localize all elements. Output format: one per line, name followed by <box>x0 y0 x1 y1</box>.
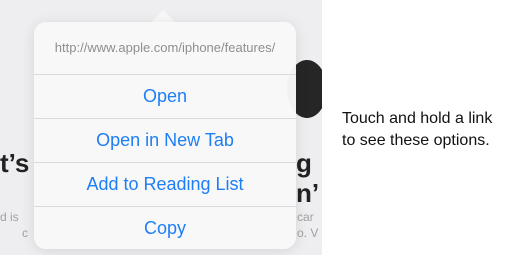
open-in-new-tab-button[interactable]: Open in New Tab <box>34 118 296 162</box>
caption-line-2: to see these options. <box>342 132 490 149</box>
background-body-fragment-left-1: d is <box>0 210 19 224</box>
open-button[interactable]: Open <box>34 74 296 118</box>
copy-button[interactable]: Copy <box>34 206 296 250</box>
background-heading-fragment-right: g <box>296 148 312 178</box>
background-heading-fragment-right-2: n’ <box>296 178 320 208</box>
background-heading-fragment-left: t’s <box>0 148 30 178</box>
popover-arrow <box>151 10 175 22</box>
caption-line-1: Touch and hold a link <box>342 110 493 127</box>
background-body-fragment-right-1: car <box>297 210 314 224</box>
background-body-fragment-right-2: o. V <box>297 226 319 240</box>
link-url: http://www.apple.com/iphone/features/ <box>54 40 276 55</box>
link-actions-popover: http://www.apple.com/iphone/features/ Op… <box>34 22 296 249</box>
add-to-reading-list-button[interactable]: Add to Reading List <box>34 162 296 206</box>
caption: Touch and hold a link to see these optio… <box>342 108 529 152</box>
background-body-fragment-left-2: c <box>22 226 28 240</box>
